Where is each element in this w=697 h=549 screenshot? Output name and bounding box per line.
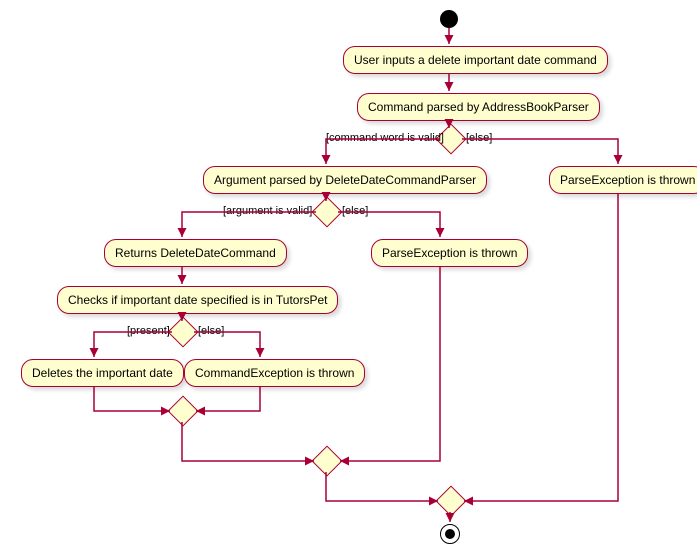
label-command-else: [else]: [466, 132, 492, 144]
activity-command-exception: CommandException is thrown: [184, 359, 365, 387]
end-node: [440, 524, 460, 544]
activity-command-parsed: Command parsed by AddressBookParser: [357, 93, 600, 121]
activity-deletes-date: Deletes the important date: [21, 359, 184, 387]
decision-present: [167, 316, 198, 347]
activity-parse-exception-mid: ParseException is thrown: [371, 239, 528, 267]
activity-parse-exception-top: ParseException is thrown: [549, 166, 697, 194]
merge-mid: [311, 445, 342, 476]
activity-returns-deletedate: Returns DeleteDateCommand: [104, 239, 287, 267]
activity-checks-tutorspet: Checks if important date specified is in…: [57, 286, 338, 314]
decision-argument-valid: [311, 196, 342, 227]
activity-argument-parsed: Argument parsed by DeleteDateCommandPars…: [203, 166, 487, 194]
label-present: [present]: [127, 325, 170, 337]
label-argument-valid: [argument is valid]: [223, 205, 312, 217]
label-present-else: [else]: [198, 325, 224, 337]
label-command-valid: [command word is valid]: [326, 132, 444, 144]
start-node: [440, 10, 458, 28]
label-argument-else: [else]: [342, 205, 368, 217]
merge-inner: [167, 395, 198, 426]
activity-user-inputs: User inputs a delete important date comm…: [343, 46, 608, 74]
merge-outer: [435, 485, 466, 516]
